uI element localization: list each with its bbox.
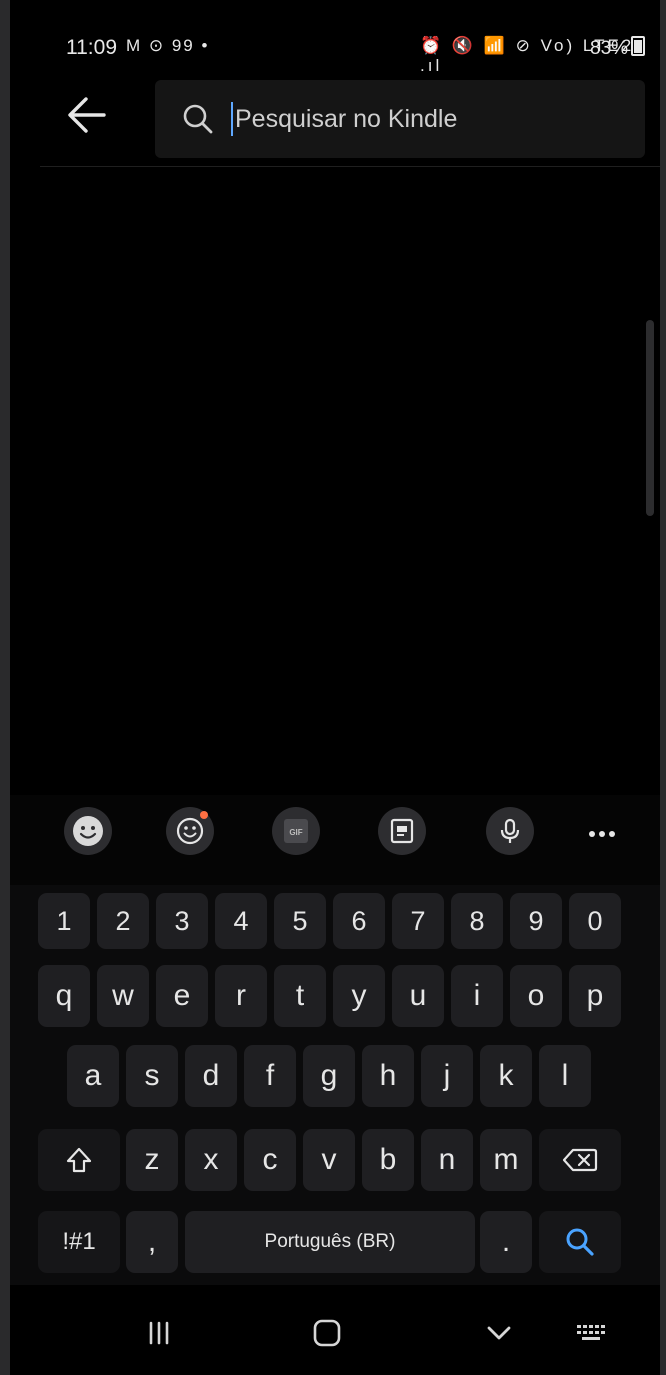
key-d[interactable]: d [185, 1045, 237, 1107]
key-3[interactable]: 3 [156, 893, 208, 949]
key-1[interactable]: 1 [38, 893, 90, 949]
navigation-bar [10, 1288, 660, 1375]
more-options-button[interactable] [580, 819, 624, 849]
back-button[interactable] [60, 82, 116, 148]
voice-input-button[interactable] [486, 807, 534, 855]
scrollbar[interactable] [646, 320, 654, 516]
chevron-down-icon [487, 1326, 511, 1340]
smiley-filled-icon [73, 816, 103, 846]
backspace-key[interactable] [539, 1129, 621, 1191]
symbols-key[interactable]: !#1 [38, 1211, 120, 1273]
search-action-key[interactable] [539, 1211, 621, 1273]
recent-apps-button[interactable] [134, 1308, 184, 1358]
key-v[interactable]: v [303, 1129, 355, 1191]
key-2[interactable]: 2 [97, 893, 149, 949]
key-6[interactable]: 6 [333, 893, 385, 949]
battery-percent: 83% [590, 38, 629, 59]
key-a[interactable]: a [67, 1045, 119, 1107]
key-j[interactable]: j [421, 1045, 473, 1107]
more-dots-icon [589, 831, 615, 837]
key-k[interactable]: k [480, 1045, 532, 1107]
key-z[interactable]: z [126, 1129, 178, 1191]
key-4[interactable]: 4 [215, 893, 267, 949]
key-c[interactable]: c [244, 1129, 296, 1191]
key-t[interactable]: t [274, 965, 326, 1027]
recent-apps-icon [149, 1321, 169, 1345]
phone-screen: 11:09 M ⊙ 99 • ⏰ 🔇 📶 ⊘ Vo) LTE2 .ıl 83% [10, 0, 660, 1375]
key-g[interactable]: g [303, 1045, 355, 1107]
shift-arrow-icon [66, 1147, 92, 1173]
key-i[interactable]: i [451, 965, 503, 1027]
key-o[interactable]: o [510, 965, 562, 1027]
clipboard-button[interactable] [378, 807, 426, 855]
home-button[interactable] [302, 1308, 352, 1358]
keyboard-switch-button[interactable] [566, 1308, 616, 1358]
search-input[interactable] [233, 92, 617, 146]
key-y[interactable]: y [333, 965, 385, 1027]
key-l[interactable]: l [539, 1045, 591, 1107]
key-e[interactable]: e [156, 965, 208, 1027]
keyboard-toolbar: GIF [10, 795, 660, 885]
key-7[interactable]: 7 [392, 893, 444, 949]
home-icon [313, 1319, 341, 1347]
notification-icons: M ⊙ 99 • [126, 36, 210, 55]
battery-icon [631, 36, 646, 56]
keyboard-icon [577, 1325, 605, 1340]
key-b[interactable]: b [362, 1129, 414, 1191]
comma-key[interactable]: , [126, 1211, 178, 1273]
status-bar: 11:09 M ⊙ 99 • ⏰ 🔇 📶 ⊘ Vo) LTE2 .ıl 83% [10, 30, 660, 75]
battery-indicator: 83% [590, 36, 646, 60]
hide-keyboard-button[interactable] [474, 1308, 524, 1358]
notification-dot [200, 811, 208, 819]
key-0[interactable]: 0 [569, 893, 621, 949]
search-box[interactable] [155, 80, 645, 158]
search-icon [183, 104, 213, 134]
back-arrow-icon [68, 97, 106, 133]
key-q[interactable]: q [38, 965, 90, 1027]
key-h[interactable]: h [362, 1045, 414, 1107]
key-x[interactable]: x [185, 1129, 237, 1191]
key-r[interactable]: r [215, 965, 267, 1027]
emoji-face-button[interactable] [64, 807, 112, 855]
key-m[interactable]: m [480, 1129, 532, 1191]
key-9[interactable]: 9 [510, 893, 562, 949]
on-screen-keyboard: 1 2 3 4 5 6 7 8 9 0 q w e r t y u i o p … [10, 885, 660, 1285]
key-5[interactable]: 5 [274, 893, 326, 949]
search-icon [566, 1228, 594, 1256]
microphone-icon [500, 818, 520, 843]
sticker-button[interactable] [166, 807, 214, 855]
gif-icon: GIF [284, 819, 308, 843]
smiley-outline-icon [176, 817, 204, 845]
search-results-area [10, 170, 660, 790]
space-key[interactable]: Português (BR) [185, 1211, 475, 1273]
key-8[interactable]: 8 [451, 893, 503, 949]
header-divider [40, 166, 660, 167]
key-w[interactable]: w [97, 965, 149, 1027]
key-u[interactable]: u [392, 965, 444, 1027]
gif-button[interactable]: GIF [272, 807, 320, 855]
svg-text:GIF: GIF [289, 828, 302, 837]
key-s[interactable]: s [126, 1045, 178, 1107]
status-time: 11:09 [66, 36, 117, 59]
key-f[interactable]: f [244, 1045, 296, 1107]
backspace-icon [562, 1148, 598, 1172]
clipboard-icon [390, 818, 414, 844]
period-key[interactable]: . [480, 1211, 532, 1273]
key-n[interactable]: n [421, 1129, 473, 1191]
shift-key[interactable] [38, 1129, 120, 1191]
key-p[interactable]: p [569, 965, 621, 1027]
